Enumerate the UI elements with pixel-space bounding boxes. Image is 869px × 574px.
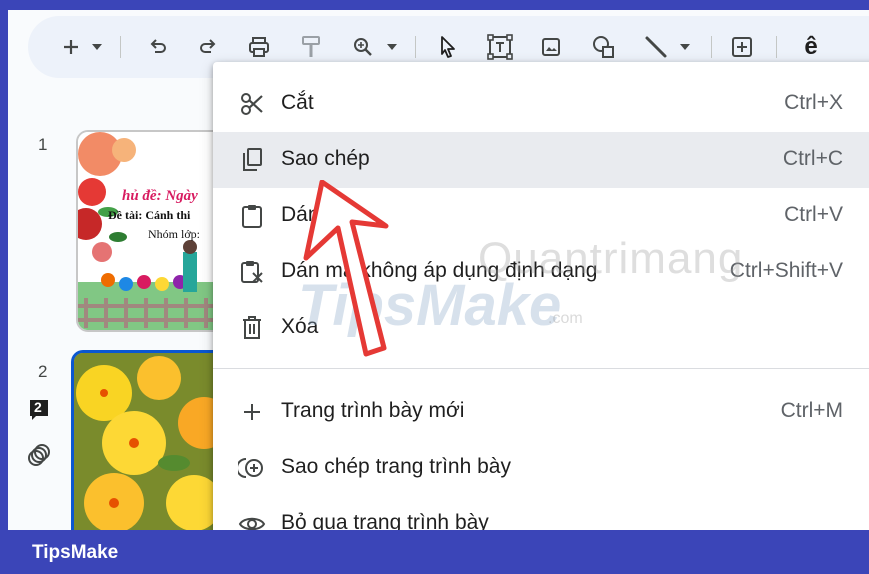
toolbar-divider (415, 36, 416, 58)
slide-1-title: hủ đề: Ngày (122, 188, 198, 204)
comment-badge-icon[interactable]: 2 (28, 398, 50, 427)
slide-number: 1 (38, 135, 48, 154)
menu-item-shortcut: Ctrl+M (780, 399, 843, 422)
plus-icon[interactable] (58, 30, 84, 64)
chevron-down-icon[interactable] (676, 30, 694, 64)
menu-item-shortcut: Ctrl+X (784, 91, 843, 114)
truncated-toolbar-text[interactable]: ê (798, 30, 824, 64)
menu-item-label: Xóa (281, 315, 319, 338)
menu-item-label: Dán (281, 203, 320, 226)
paint-format-icon[interactable] (296, 30, 326, 64)
menu-item-delete[interactable]: Xóa (213, 300, 869, 356)
menu-item-skip-slide[interactable]: Bỏ qua trang trình bày (213, 496, 869, 530)
menu-item-shortcut: Ctrl+C (782, 147, 843, 170)
toolbar-divider (776, 36, 777, 58)
footer-brand: TipsMake (32, 542, 119, 563)
menu-item-label: Cắt (281, 91, 314, 114)
truncated-toolbar-label: ê (804, 33, 818, 60)
menu-item-label: Dán mà không áp dụng định dạng (281, 259, 598, 282)
context-menu: Cắt Ctrl+X Sao chép Ctrl+C Dán Ctrl+V Dá… (213, 62, 869, 530)
print-icon[interactable] (243, 30, 275, 64)
chevron-down-icon[interactable] (88, 30, 106, 64)
trash-icon (238, 314, 266, 342)
chevron-down-icon[interactable] (383, 30, 401, 64)
slide-number: 2 (38, 362, 48, 381)
zoom-icon[interactable] (348, 30, 378, 64)
menu-item-label: Bỏ qua trang trình bày (281, 511, 489, 530)
toolbar-divider (120, 36, 121, 58)
menu-item-paste[interactable]: Dán Ctrl+V (213, 188, 869, 244)
shape-icon[interactable] (588, 30, 620, 64)
menu-divider (213, 368, 869, 369)
image-icon[interactable] (536, 30, 566, 64)
paste-no-format-icon (238, 258, 266, 286)
menu-item-shortcut: Ctrl+V (784, 203, 843, 226)
eye-icon (238, 510, 266, 530)
redo-icon[interactable] (193, 30, 223, 64)
menu-item-cut[interactable]: Cắt Ctrl+X (213, 76, 869, 132)
menu-item-duplicate-slide[interactable]: Sao chép trang trình bày (213, 440, 869, 496)
add-comment-icon[interactable] (726, 30, 758, 64)
menu-item-new-slide[interactable]: Trang trình bày mới Ctrl+M (213, 384, 869, 440)
comment-count: 2 (34, 399, 42, 415)
select-cursor-icon[interactable] (433, 30, 463, 64)
left-frame-bar (0, 0, 8, 574)
toolbar-divider (711, 36, 712, 58)
menu-item-label: Sao chép (281, 147, 370, 170)
text-box-icon[interactable] (483, 30, 517, 64)
slides-editor: ê 1 hủ đề: Ngày Đề tài: Cánh thi Nhóm lớ… (8, 10, 869, 530)
duplicate-slide-icon (238, 454, 266, 482)
copy-icon (238, 146, 266, 174)
top-frame-bar (0, 0, 869, 10)
transition-icon[interactable] (26, 442, 52, 473)
slide-1-group: Nhóm lớp: (148, 227, 201, 241)
menu-item-paste-without-formatting[interactable]: Dán mà không áp dụng định dạng Ctrl+Shif… (213, 244, 869, 300)
plus-icon (238, 398, 266, 426)
footer-bar: TipsMake (0, 530, 869, 574)
menu-item-label: Sao chép trang trình bày (281, 455, 511, 478)
line-icon[interactable] (640, 30, 672, 64)
undo-icon[interactable] (143, 30, 173, 64)
menu-item-copy[interactable]: Sao chép Ctrl+C (213, 132, 869, 188)
menu-item-label: Trang trình bày mới (281, 399, 465, 422)
menu-item-shortcut: Ctrl+Shift+V (729, 259, 843, 282)
scissors-icon (238, 90, 266, 118)
clipboard-icon (238, 202, 266, 230)
slide-1-subtitle: Đề tài: Cánh thi (108, 208, 191, 222)
